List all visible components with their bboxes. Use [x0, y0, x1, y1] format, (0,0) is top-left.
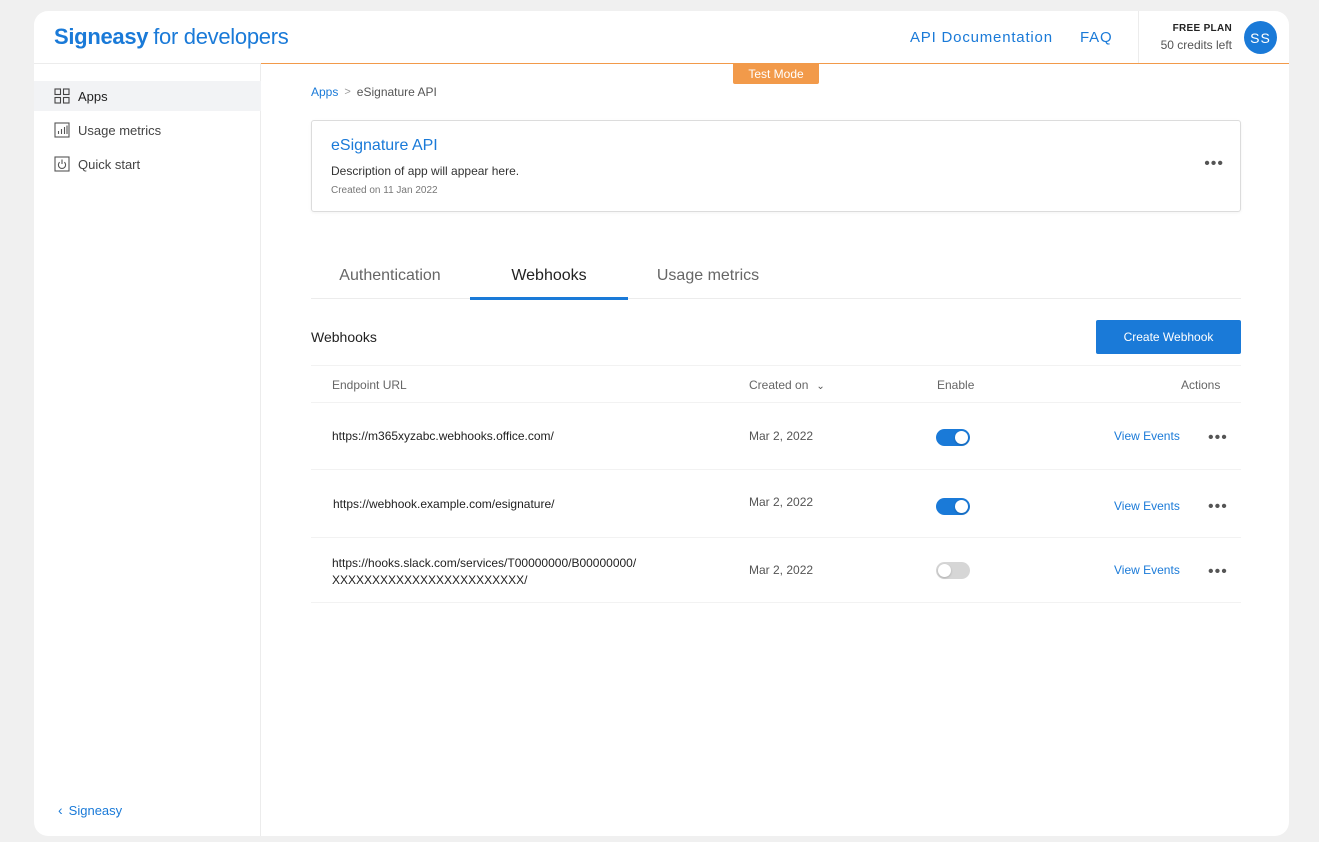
sidebar-item-quick-start[interactable]: Quick start [34, 149, 261, 179]
more-options-icon[interactable]: ••• [1208, 499, 1228, 515]
table-row: https://webhook.example.com/esignature/ … [311, 470, 1241, 538]
column-endpoint-url: Endpoint URL [332, 378, 407, 392]
toggle-knob [955, 431, 968, 444]
created-date: Mar 2, 2022 [749, 563, 814, 577]
endpoint-url-line: https://hooks.slack.com/services/T000000… [332, 556, 637, 570]
table-row: https://hooks.slack.com/services/T000000… [311, 538, 1241, 603]
sidebar: Apps Usage metrics Quick start ‹ Signeas… [34, 64, 261, 836]
more-options-icon[interactable]: ••• [1208, 564, 1228, 580]
sidebar-item-label: Quick start [78, 156, 141, 172]
tab-usage-metrics[interactable]: Usage metrics [629, 252, 787, 299]
create-webhook-button[interactable]: Create Webhook [1096, 320, 1241, 354]
faq-link[interactable]: FAQ [1080, 29, 1112, 46]
table-header: Endpoint URL Created on ⌄ Enable Actions [311, 365, 1241, 403]
app-description: Description of app will appear here. [331, 164, 520, 178]
credits-left: 50 credits left [1160, 38, 1232, 52]
tab-authentication[interactable]: Authentication [311, 252, 469, 299]
back-to-signeasy-link[interactable]: ‹ Signeasy [58, 802, 122, 818]
tab-bar: Authentication Webhooks Usage metrics [311, 252, 1241, 300]
back-link-label: Signeasy [68, 802, 123, 818]
endpoint-url: https://webhook.example.com/esignature/ [333, 497, 555, 511]
brand-subtitle: for developers [153, 24, 289, 49]
app-card: eSignature API Description of app will a… [311, 120, 1241, 212]
column-actions: Actions [1181, 378, 1221, 392]
breadcrumb: Apps > eSignature API [311, 85, 437, 99]
bar-chart-icon [54, 122, 70, 138]
chevron-left-icon: ‹ [58, 802, 63, 818]
view-events-link[interactable]: View Events [1114, 429, 1180, 443]
created-date: Mar 2, 2022 [749, 429, 814, 443]
tab-webhooks[interactable]: Webhooks [470, 252, 628, 300]
view-events-link[interactable]: View Events [1114, 563, 1180, 577]
enable-toggle[interactable] [936, 429, 970, 446]
divider [1138, 11, 1139, 64]
brand-name: Signeasy [54, 24, 149, 49]
toggle-knob [955, 500, 968, 513]
enable-toggle[interactable] [936, 562, 970, 579]
column-created-on-sort[interactable]: Created on ⌄ [749, 378, 825, 392]
endpoint-url: https://hooks.slack.com/services/T000000… [332, 555, 636, 589]
created-date: Mar 2, 2022 [749, 495, 814, 509]
toggle-knob [938, 564, 951, 577]
brand-logo[interactable]: Signeasy for developers [54, 24, 289, 50]
chevron-right-icon: > [344, 86, 351, 98]
plan-label: FREE PLAN [1172, 23, 1232, 34]
api-documentation-link[interactable]: API Documentation [910, 29, 1053, 46]
sidebar-item-label: Apps [78, 88, 108, 104]
power-icon [54, 156, 70, 172]
breadcrumb-apps-link[interactable]: Apps [311, 85, 338, 99]
column-created-on: Created on [749, 378, 809, 392]
section-title: Webhooks [311, 329, 377, 345]
top-bar: Signeasy for developers API Documentation… [34, 11, 1289, 64]
enable-toggle[interactable] [936, 498, 970, 515]
column-enable: Enable [937, 378, 975, 392]
sidebar-item-apps[interactable]: Apps [34, 81, 261, 111]
view-events-link[interactable]: View Events [1114, 499, 1180, 513]
endpoint-url: https://m365xyzabc.webhooks.office.com/ [332, 429, 554, 443]
endpoint-url-line: XXXXXXXXXXXXXXXXXXXXXXXX/ [332, 573, 528, 587]
chevron-down-icon: ⌄ [816, 381, 825, 392]
app-created-date: Created on 11 Jan 2022 [331, 185, 438, 196]
app-window: Signeasy for developers API Documentation… [34, 11, 1289, 836]
test-mode-badge: Test Mode [733, 64, 819, 84]
breadcrumb-current: eSignature API [356, 85, 437, 99]
apps-grid-icon [54, 88, 70, 104]
table-row: https://m365xyzabc.webhooks.office.com/ … [311, 403, 1241, 470]
more-options-icon[interactable]: ••• [1208, 430, 1228, 446]
app-title: eSignature API [331, 137, 438, 154]
sidebar-item-label: Usage metrics [78, 122, 162, 138]
sidebar-item-usage-metrics[interactable]: Usage metrics [34, 115, 261, 145]
avatar[interactable]: SS [1244, 21, 1277, 54]
more-options-icon[interactable]: ••• [1204, 156, 1224, 172]
